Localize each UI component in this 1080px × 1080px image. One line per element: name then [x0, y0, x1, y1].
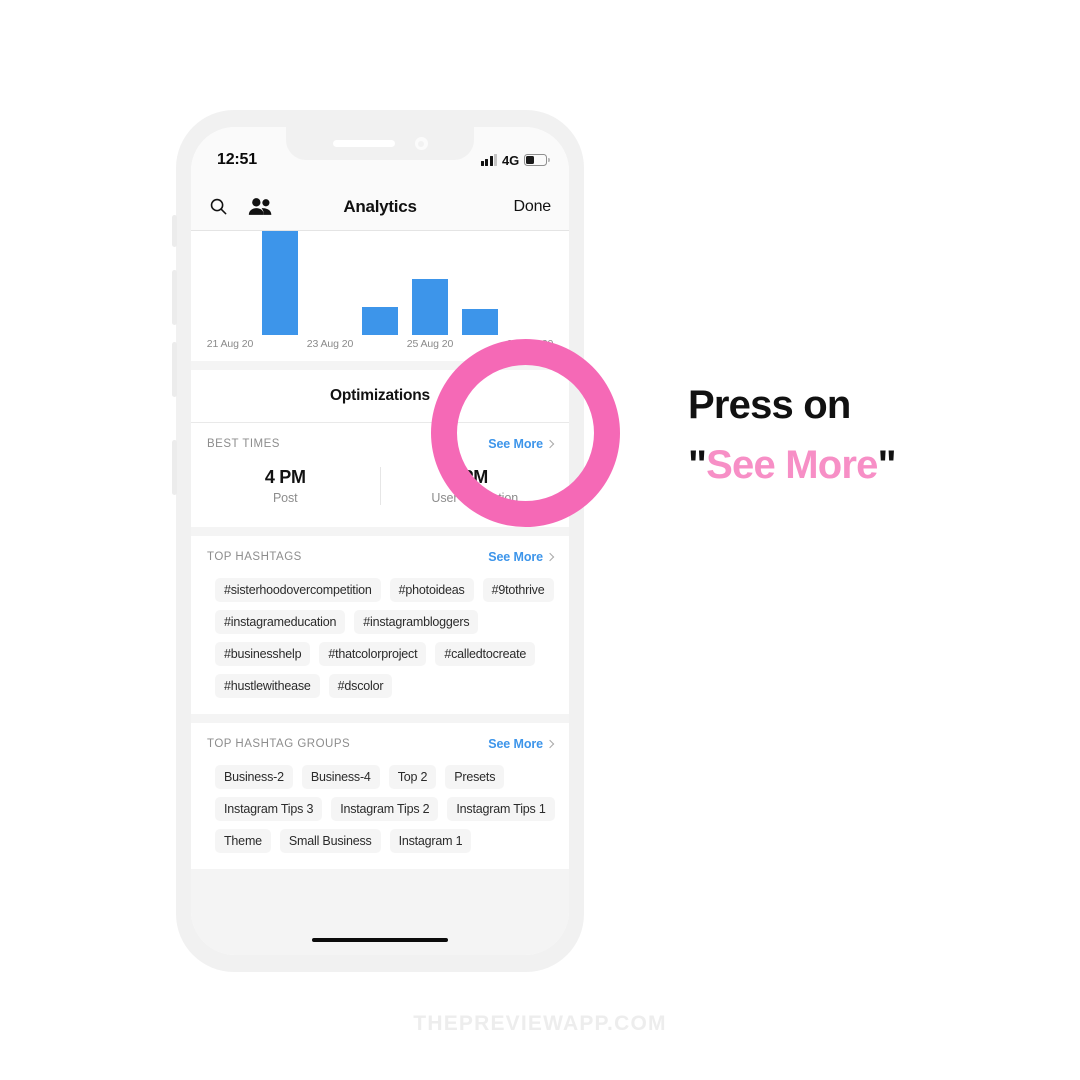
chart-bar[interactable]: [462, 309, 498, 335]
bar-slot: [355, 231, 405, 335]
done-button[interactable]: Done: [514, 198, 552, 216]
top-hashtag-groups-section-title: TOP HASHTAG GROUPS: [207, 738, 351, 750]
search-icon[interactable]: [209, 197, 228, 216]
x-axis-tick-label: 21 Aug 20: [206, 338, 254, 350]
status-time: 12:51: [217, 151, 257, 168]
top-hashtags-chip-list: #sisterhoodovercompetition #photoideas #…: [191, 572, 569, 714]
app-nav-bar: Analytics Done: [191, 183, 569, 231]
x-axis-tick-label: [255, 338, 305, 350]
chart-bar[interactable]: [412, 279, 448, 335]
hashtag-chip[interactable]: #calledtocreate: [435, 642, 536, 666]
top-hashtag-groups-header-row: TOP HASHTAG GROUPS See More: [191, 723, 569, 759]
hashtag-group-chip[interactable]: Theme: [215, 829, 271, 853]
network-type-label: 4G: [502, 152, 519, 168]
people-icon[interactable]: [248, 197, 273, 216]
instruction-annotation: Press on "See More": [688, 382, 1018, 488]
see-more-label: See More: [488, 550, 543, 564]
hashtag-group-chip[interactable]: Presets: [445, 765, 505, 789]
hashtag-chip[interactable]: #dscolor: [328, 674, 393, 698]
bar-slot: [505, 231, 555, 335]
see-more-label: See More: [488, 737, 543, 751]
status-indicators: 4G: [480, 152, 550, 168]
chevron-right-icon: [545, 739, 555, 748]
bar-slot: [255, 231, 305, 335]
earpiece-speaker-icon: [332, 140, 395, 147]
hashtag-chip[interactable]: #sisterhoodovercompetition: [215, 578, 381, 602]
top-hashtag-groups-chip-list: Business-2 Business-4 Top 2 Presets Inst…: [191, 759, 569, 869]
front-camera-icon: [414, 137, 428, 150]
hashtag-chip[interactable]: #instagrambloggers: [354, 610, 479, 634]
signal-bars-icon: [480, 154, 498, 166]
x-axis-tick-label: [355, 338, 405, 350]
phone-screen: 12:51 4G Analytics Done 21 Aug 20 23 Aug…: [191, 127, 569, 955]
poster-canvas: 12:51 4G Analytics Done 21 Aug 20 23 Aug…: [0, 0, 1080, 1080]
bar-chart-bars: [205, 231, 555, 335]
top-hashtag-groups-card: TOP HASHTAG GROUPS See More Business-2 B…: [191, 723, 569, 869]
top-hashtags-header-row: TOP HASHTAGS See More: [191, 536, 569, 572]
annotation-quote-close: ": [877, 443, 897, 487]
bar-slot: [405, 231, 455, 335]
battery-icon: [524, 154, 550, 166]
chart-bar[interactable]: [362, 307, 398, 335]
phone-mockup: 12:51 4G Analytics Done 21 Aug 20 23 Aug…: [172, 110, 584, 972]
annotation-line-1: Press on: [688, 383, 851, 427]
annotation-line-2: "See More": [688, 442, 1018, 488]
chevron-right-icon: [545, 552, 555, 561]
section-divider: [191, 714, 569, 723]
bar-slot: [305, 231, 355, 335]
chart-bar[interactable]: [262, 231, 298, 335]
hashtag-chip[interactable]: #9tothrive: [482, 578, 554, 602]
hashtag-group-chip[interactable]: Business-4: [301, 765, 380, 789]
home-indicator[interactable]: [312, 937, 448, 942]
phone-power-button: [172, 440, 177, 495]
section-divider: [191, 527, 569, 536]
phone-volume-up-button: [172, 270, 177, 325]
top-hashtags-section-title: TOP HASHTAGS: [207, 551, 302, 563]
best-time-label: Post: [272, 491, 298, 505]
hashtag-group-chip[interactable]: Small Business: [279, 829, 381, 853]
hashtag-chip[interactable]: #hustlewithease: [215, 674, 320, 698]
hashtag-chip[interactable]: #businesshelp: [215, 642, 311, 666]
bar-slot: [455, 231, 505, 335]
hashtag-chip[interactable]: #instagrameducation: [215, 610, 346, 634]
hashtag-group-chip[interactable]: Instagram 1: [389, 829, 472, 853]
hashtag-group-chip[interactable]: Business-2: [215, 765, 293, 789]
bar-slot: [205, 231, 255, 335]
watermark: THEPREVIEWAPP.COM: [413, 1012, 667, 1035]
x-axis-tick-label: 23 Aug 20: [306, 338, 354, 350]
hashtag-chip[interactable]: #photoideas: [389, 578, 474, 602]
annotation-highlight-text: See More: [706, 443, 878, 487]
best-time-value: 4 PM: [264, 467, 306, 487]
hashtag-chip[interactable]: #thatcolorproject: [319, 642, 427, 666]
phone-notch: [286, 127, 474, 160]
phone-mute-switch: [172, 215, 177, 247]
hashtag-group-chip[interactable]: Instagram Tips 2: [331, 797, 439, 821]
hashtag-group-chip[interactable]: Instagram Tips 1: [447, 797, 555, 821]
hashtag-group-chip[interactable]: Top 2: [388, 765, 437, 789]
best-times-section-title: BEST TIMES: [207, 438, 280, 450]
battery-fill: [526, 156, 534, 164]
top-hashtags-see-more-link[interactable]: See More: [488, 550, 555, 564]
best-time-post: 4 PM Post: [191, 467, 380, 505]
highlight-circle-annotation: [431, 339, 620, 527]
hashtag-group-chip[interactable]: Instagram Tips 3: [215, 797, 323, 821]
bar-chart-plot: [205, 231, 555, 335]
top-hashtag-groups-see-more-link[interactable]: See More: [488, 737, 555, 751]
annotation-quote-open: ": [688, 443, 707, 487]
x-axis-tick-label: 25 Aug 20: [406, 338, 454, 350]
top-hashtags-card: TOP HASHTAGS See More #sisterhoodovercom…: [191, 536, 569, 714]
phone-volume-down-button: [172, 342, 177, 397]
